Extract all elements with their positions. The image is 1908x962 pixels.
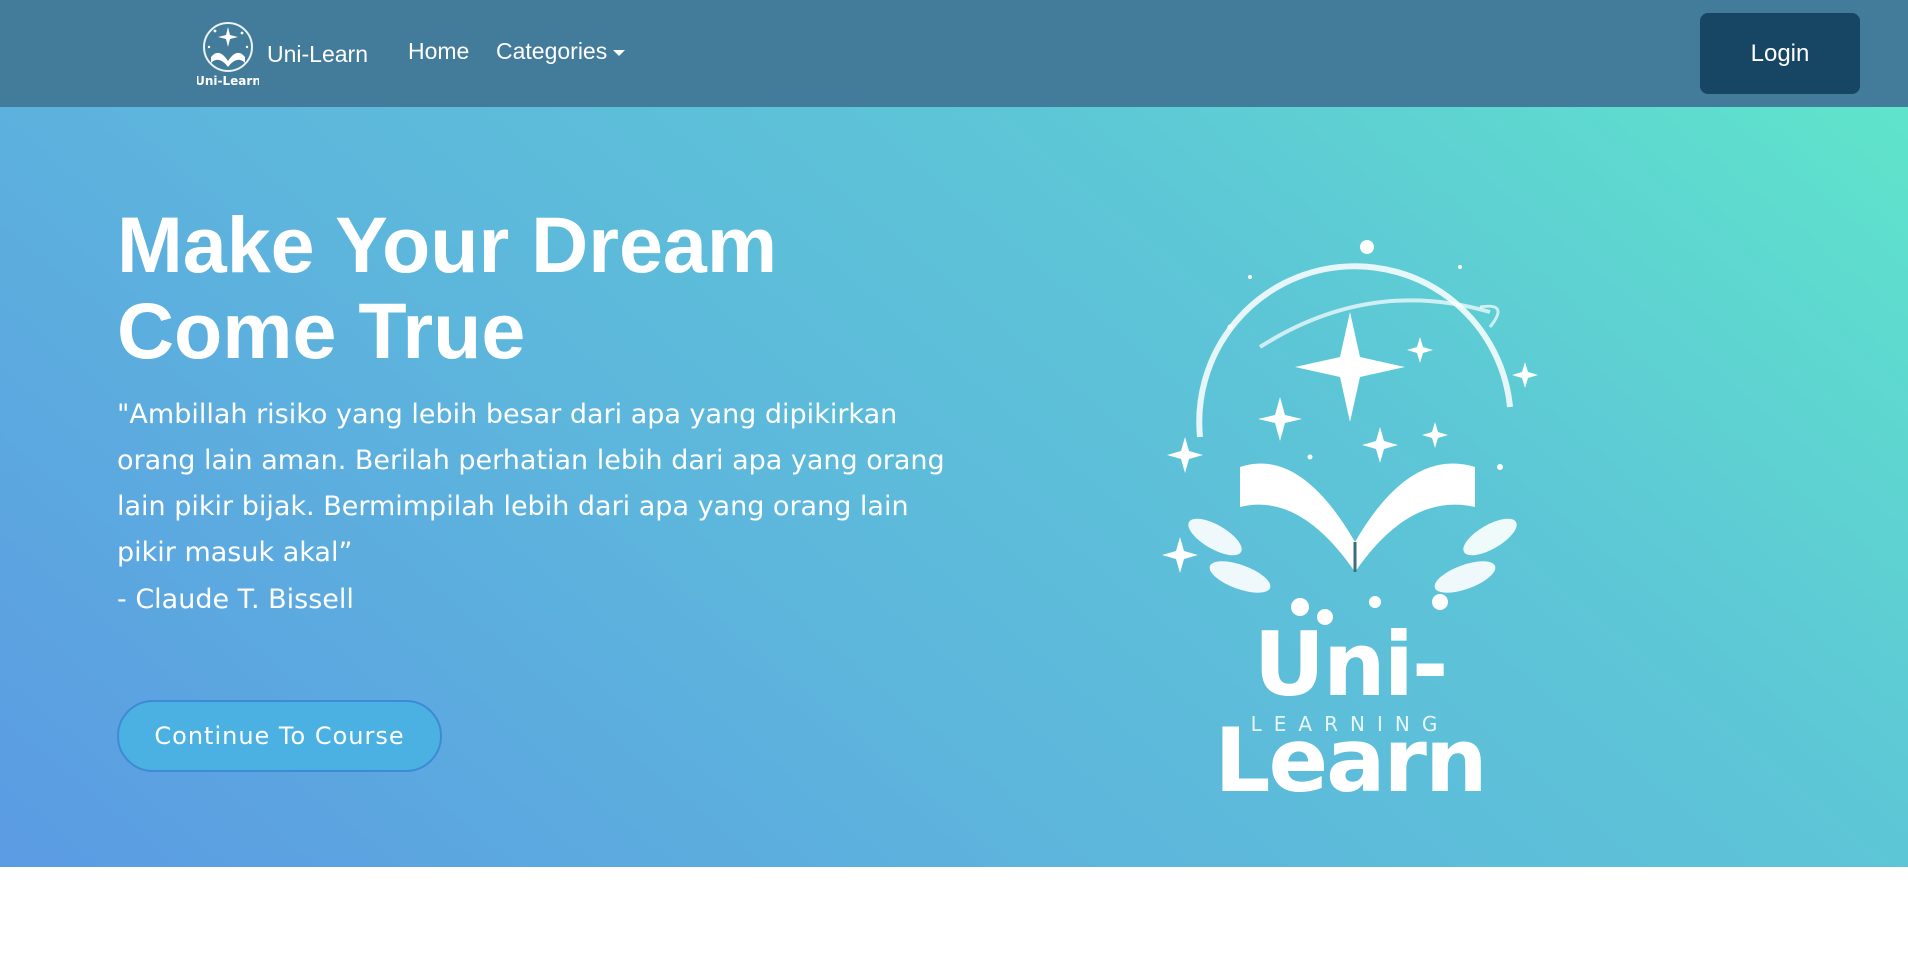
hero-logo-subtitle: LEARNING <box>1250 712 1450 736</box>
brand-logo-icon: Uni-Learn <box>197 22 259 88</box>
brand-link[interactable]: Uni-Learn Uni-Learn <box>197 17 368 91</box>
login-button[interactable]: Login <box>1700 13 1860 94</box>
brand-logo-wordmark: Uni-Learn <box>197 74 259 88</box>
hero-section: Make Your Dream Come True "Ambillah risi… <box>0 107 1908 867</box>
nav-categories-label: Categories <box>496 38 608 64</box>
hero-quote: "Ambillah risiko yang lebih besar dari a… <box>117 399 945 568</box>
navbar: Uni-Learn Uni-Learn Home Categories Logi… <box>0 0 1908 107</box>
hero-quote-author: - Claude T. Bissell <box>117 584 354 615</box>
caret-down-icon <box>613 49 626 56</box>
nav-categories-dropdown[interactable]: Categories <box>496 38 626 65</box>
nav-home-link[interactable]: Home <box>408 38 469 65</box>
hero-title: Make Your Dream Come True <box>117 200 778 375</box>
brand-name: Uni-Learn <box>267 40 368 67</box>
continue-to-course-button[interactable]: Continue To Course <box>117 700 442 772</box>
hero-logo-icon <box>1162 240 1538 625</box>
